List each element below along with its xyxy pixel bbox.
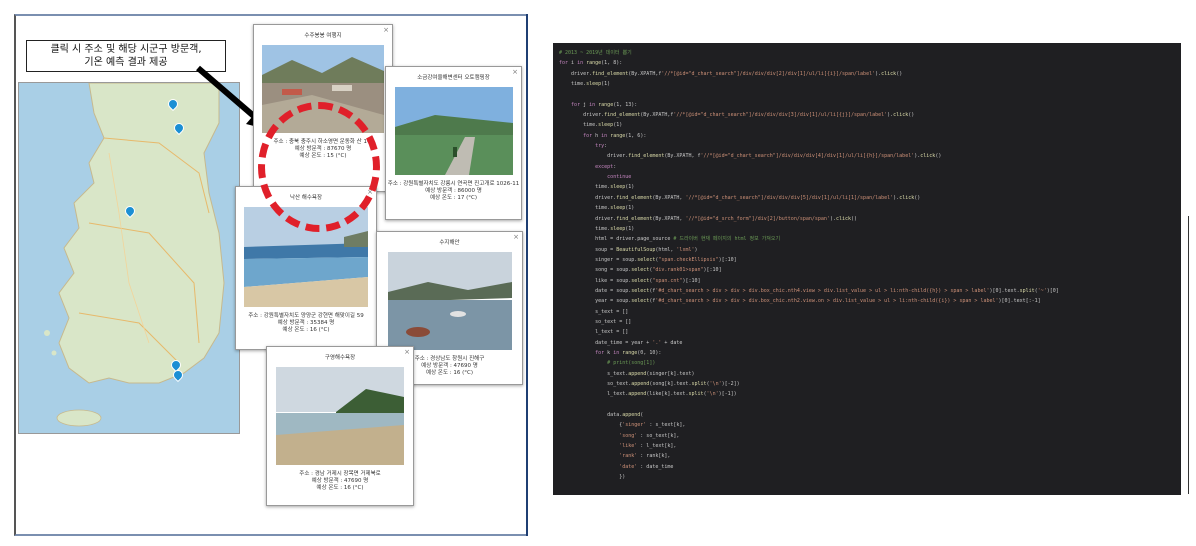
code-line: }) bbox=[559, 474, 626, 481]
code-line: date_time = year + '.' + date bbox=[559, 339, 683, 346]
code-line: 'date' : date_time bbox=[619, 463, 674, 470]
code-line: s_text.append(singer[k].text) bbox=[559, 370, 695, 377]
highlight-dashed-circle bbox=[258, 102, 380, 232]
popup-title: 소금강여울해변센터 오토캠핑장 bbox=[417, 75, 490, 81]
popup-photo bbox=[276, 367, 404, 465]
code-line: html = driver.page_source # 드라이버 현재 페이지의… bbox=[559, 236, 781, 243]
popup-title: 수지해안 bbox=[439, 240, 460, 246]
code-line: # print(song[1]) bbox=[607, 360, 656, 367]
code-line: time.sleep(1) bbox=[559, 122, 623, 129]
code-line: driver.find_element(By.XPATH, '//*[@id="… bbox=[559, 194, 921, 201]
close-icon[interactable]: × bbox=[512, 68, 518, 76]
code-line: year = soup.select(f'#d_chart_search > d… bbox=[559, 298, 1041, 305]
divider bbox=[1188, 216, 1189, 494]
code-line: time.sleep(1) bbox=[559, 184, 635, 191]
code-line: date = soup.select(f'#d_chart_search > d… bbox=[559, 287, 1059, 294]
popup-temperature: 예상 온도 : 17 (°C) bbox=[430, 195, 477, 201]
code-line: continue bbox=[607, 174, 632, 181]
code-line: {'singer' : s_text[k], bbox=[559, 422, 686, 429]
code-line: data.append( bbox=[559, 412, 644, 419]
code-line: driver.find_element(By.XPATH, '//*[@id="… bbox=[559, 215, 858, 222]
popup-temperature: 예상 온도 : 16 (°C) bbox=[282, 327, 330, 333]
popup-address: 주소 : 강원특별자치도 양양군 강현면 해맞이길 59 bbox=[248, 313, 364, 319]
popup-visitors: 예상 방문객 : 35384 명 bbox=[277, 320, 335, 326]
code-line: s_text = [] bbox=[559, 308, 629, 315]
callout-line-1: 클릭 시 주소 및 해당 시군구 방문객, bbox=[50, 44, 202, 55]
code-line: for j in range(1, 13): bbox=[571, 101, 638, 108]
code-line: ​ bbox=[559, 400, 1175, 410]
code-line: driver.find_element(By.XPATH,f'//*[@id="… bbox=[559, 112, 915, 119]
code-line: l_text.append(like[k].text.split('\n')[-… bbox=[559, 391, 737, 398]
popup-visitors: 예상 방문객 : 47690 명 bbox=[311, 478, 369, 484]
popup-photo bbox=[387, 252, 512, 350]
code-line: singer = soup.select("span.checkEllipsis… bbox=[559, 256, 737, 263]
code-line: 'rank' : rank[k], bbox=[619, 453, 671, 460]
code-editor[interactable]: # 2013 ~ 2019년 데이터 뽑기 for i in range(1, 8… bbox=[553, 43, 1181, 495]
popup-title: 구영해수욕장 bbox=[324, 355, 356, 361]
code-line: so_text.append(song[k].text.split('\n')[… bbox=[559, 381, 740, 387]
code-line: time.sleep(1) bbox=[559, 225, 635, 232]
code-line: except: bbox=[595, 163, 617, 170]
code-line: try: bbox=[595, 143, 608, 150]
close-icon[interactable]: × bbox=[404, 348, 410, 356]
code-line: ​ bbox=[559, 89, 1175, 99]
close-icon[interactable]: × bbox=[383, 26, 389, 34]
code-line: time.sleep(1) bbox=[559, 205, 635, 212]
code-line: # 2013 ~ 2019년 데이터 뽑기 bbox=[559, 50, 632, 56]
close-icon[interactable]: × bbox=[513, 233, 519, 241]
code-line: so_text = [] bbox=[559, 318, 632, 325]
popup-card[interactable]: × 소금강여울해변센터 오토캠핑장 주소 : 강원특별자치도 강릉시 연곡면 진… bbox=[385, 66, 522, 220]
code-line: driver.find_element(By.XPATH, f'//*[@id=… bbox=[559, 153, 942, 160]
code-line: 'like' : l_text[k], bbox=[619, 443, 677, 450]
code-block: # 2013 ~ 2019년 데이터 뽑기 for i in range(1, 8… bbox=[553, 43, 1181, 487]
code-line: song = soup.select("div.rank01>span")[:1… bbox=[559, 267, 722, 274]
code-line: soup = BeautifulSoup(html, 'lxml') bbox=[559, 246, 698, 253]
popup-address: 주소 : 강원특별자치도 강릉시 연곡면 진고개로 1026-11 bbox=[387, 181, 520, 187]
code-line: for k in range(0, 10): bbox=[595, 349, 662, 356]
popup-address: 주소 : 경남 거제시 장목면 거제북로 bbox=[299, 471, 381, 477]
figure-frame-right-border bbox=[526, 14, 528, 536]
code-line: l_text = [] bbox=[559, 329, 629, 336]
popup-temperature: 예상 온도 : 16 (°C) bbox=[316, 485, 364, 491]
popup-card[interactable]: × 구영해수욕장 주소 : 경남 거제시 장목면 거제북로 예상 방문객 : 4… bbox=[266, 346, 414, 506]
code-line: for h in range(1, 6): bbox=[583, 132, 647, 139]
popup-title: 수주봉봉 여행지 bbox=[304, 33, 342, 39]
code-line: driver.find_element(By.XPATH,f'//*[@id="… bbox=[559, 70, 903, 77]
code-line: 'song' : so_text[k], bbox=[619, 432, 680, 439]
popup-visitors: 예상 방문객 : 86000 명 bbox=[425, 188, 482, 194]
popup-photo bbox=[394, 87, 513, 175]
code-line: like = soup.select("span.cnt")[:10] bbox=[559, 277, 701, 284]
code-line: time.sleep(1) bbox=[559, 81, 611, 88]
code-line: for i in range(1, 8): bbox=[559, 60, 623, 67]
